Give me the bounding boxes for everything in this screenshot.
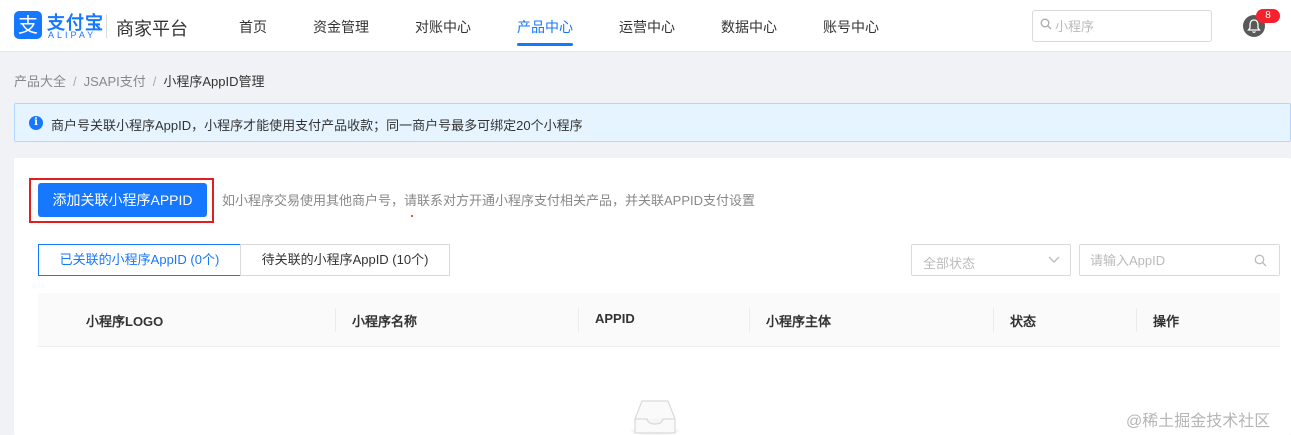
nav-reconciliation[interactable]: 对账中心 — [415, 17, 471, 37]
table-header: 小程序LOGO 小程序名称 APPID 小程序主体 状态 操作 — [38, 293, 1280, 347]
breadcrumb: 产品大全 / JSAPI支付 / 小程序AppID管理 — [14, 71, 265, 90]
breadcrumb-item-products[interactable]: 产品大全 — [14, 71, 66, 90]
annotation-dot — [411, 215, 413, 217]
add-tip-text: 如小程序交易使用其他商户号，请联系对方开通小程序支付相关产品，并关联APPID支… — [222, 193, 756, 208]
column-header-actions: 操作 — [1153, 314, 1180, 329]
nav-products[interactable]: 产品中心 — [517, 17, 573, 37]
info-icon: i — [29, 116, 43, 130]
breadcrumb-separator: / — [73, 74, 77, 89]
status-select[interactable]: 全部状态 — [911, 244, 1071, 276]
platform-name: 商家平台 — [116, 19, 188, 39]
nav-funds[interactable]: 资金管理 — [313, 17, 369, 37]
alert-message: 商户号关联小程序AppID，小程序才能使用支付产品收款；同一商户号最多可绑定20… — [51, 118, 583, 133]
breadcrumb-item-jsapi[interactable]: JSAPI支付 — [84, 71, 146, 90]
search-icon[interactable] — [1254, 254, 1267, 267]
column-header-status: 状态 — [1010, 314, 1037, 329]
global-search[interactable] — [1032, 10, 1212, 42]
column-divider — [993, 308, 994, 332]
column-header-name: 小程序名称 — [352, 314, 418, 329]
appid-search-field[interactable] — [1079, 244, 1280, 276]
nav-operations[interactable]: 运营中心 — [619, 17, 675, 37]
logo-divider — [106, 14, 107, 38]
search-input[interactable] — [1055, 15, 1205, 37]
tab-linked-appid[interactable]: 已关联的小程序AppID (0个) — [38, 244, 241, 276]
column-divider — [578, 308, 579, 332]
chevron-down-icon — [1048, 256, 1060, 263]
notification-badge: 8 — [1256, 9, 1280, 23]
alipay-logo-icon[interactable]: 支 — [14, 11, 42, 39]
breadcrumb-current: 小程序AppID管理 — [163, 74, 265, 89]
nav-data[interactable]: 数据中心 — [721, 17, 777, 37]
tab-pending-appid[interactable]: 待关联的小程序AppID (10个) — [240, 244, 450, 276]
column-divider — [335, 308, 336, 332]
logo-text-en: ALIPAY — [48, 30, 97, 40]
empty-inbox-icon — [631, 400, 679, 435]
info-alert: i 商户号关联小程序AppID，小程序才能使用支付产品收款；同一商户号最多可绑定… — [14, 103, 1291, 142]
nav-account[interactable]: 账号中心 — [823, 17, 879, 37]
status-select-value: 全部状态 — [923, 256, 976, 271]
top-header: 支 支付宝 ALIPAY 商家平台 首页 资金管理 对账中心 产品中心 运营中心… — [0, 0, 1291, 52]
add-appid-button[interactable]: 添加关联小程序APPID — [38, 183, 207, 217]
nav-active-indicator — [517, 43, 573, 46]
appid-management-card: 添加关联小程序APPID 如小程序交易使用其他商户号，请联系对方开通小程序支付相… — [14, 158, 1291, 435]
column-divider — [749, 308, 750, 332]
breadcrumb-separator: / — [152, 74, 157, 89]
column-header-logo: 小程序LOGO — [86, 314, 164, 329]
nav-home[interactable]: 首页 — [239, 17, 267, 37]
appid-input[interactable] — [1090, 250, 1250, 270]
search-icon — [1040, 18, 1052, 30]
column-header-appid: APPID — [595, 311, 635, 326]
column-header-subject: 小程序主体 — [766, 314, 832, 329]
column-divider — [1136, 308, 1137, 332]
watermark: @稀土掘金技术社区 — [1126, 413, 1271, 430]
